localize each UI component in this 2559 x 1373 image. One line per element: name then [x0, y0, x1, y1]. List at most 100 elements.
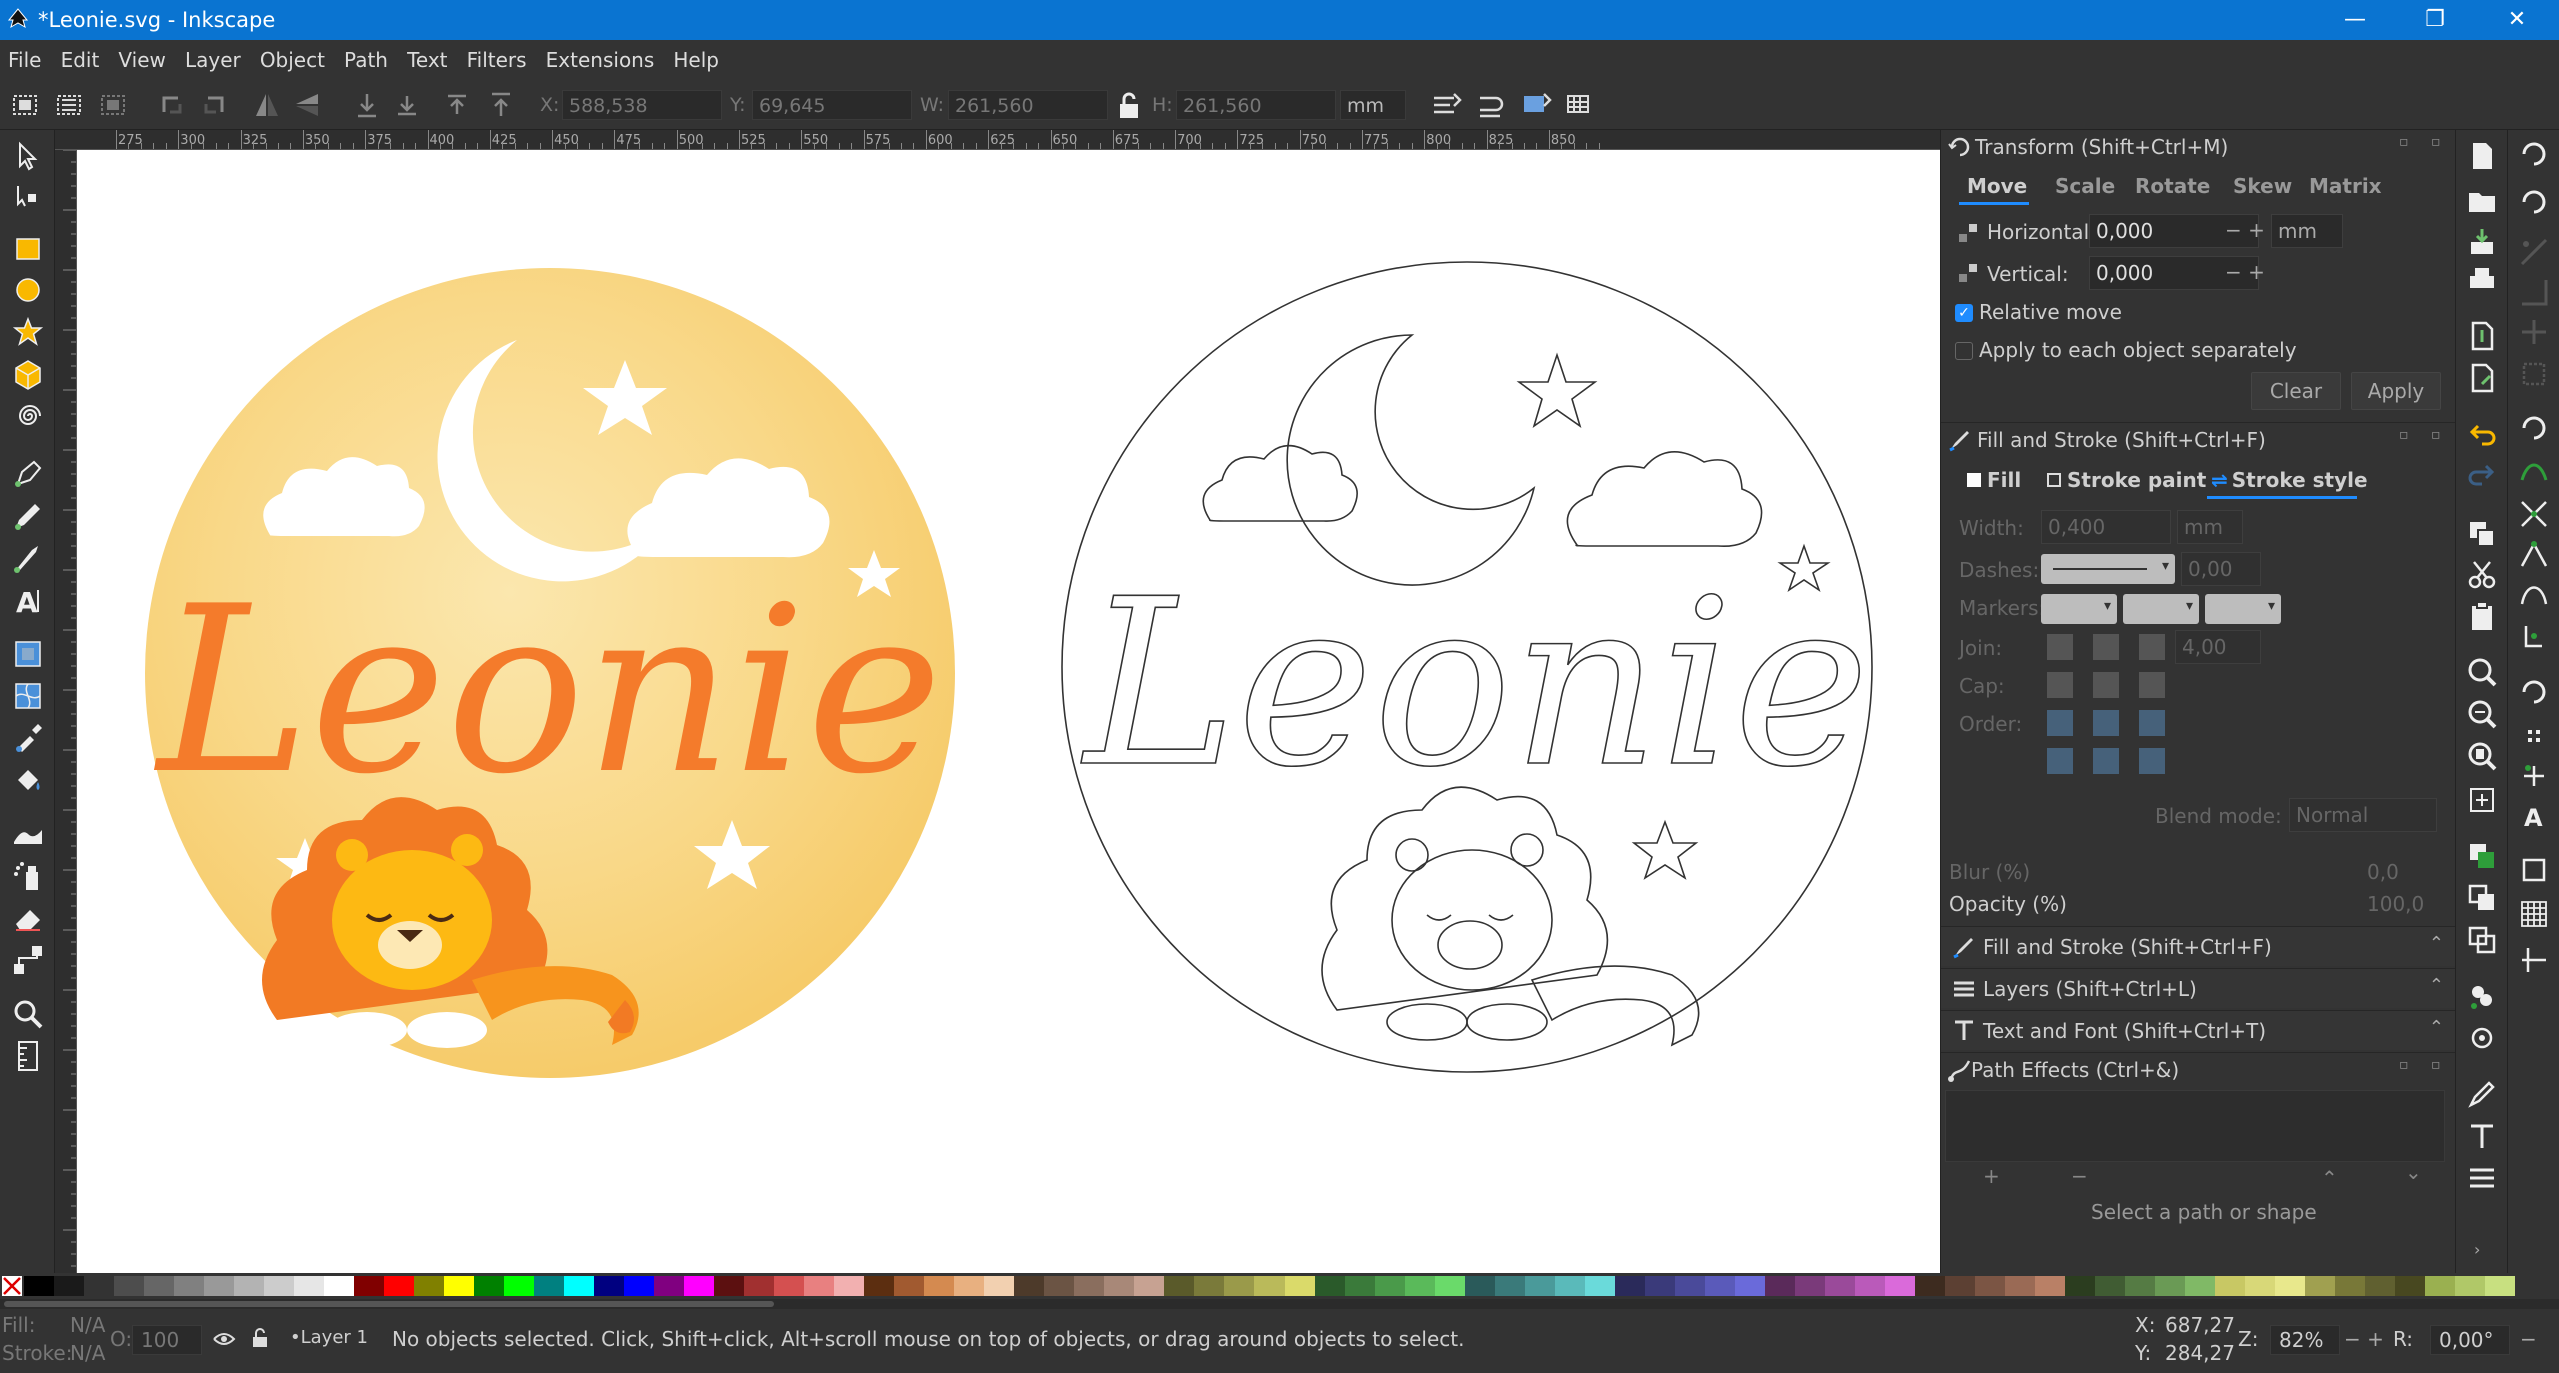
palette-swatch[interactable] — [1674, 1276, 1706, 1296]
text-font-dialog-icon[interactable] — [2466, 1120, 2498, 1152]
horizontal-ruler[interactable]: 275 300 325 350 375 400 425 450 475 500 525 550 575 6… — [55, 130, 1940, 150]
palette-swatch[interactable] — [2064, 1276, 2096, 1296]
palette-swatch[interactable] — [1194, 1276, 1225, 1296]
paint-bucket-tool-icon[interactable] — [10, 762, 46, 798]
palette-swatch[interactable] — [1614, 1276, 1646, 1296]
stroke-width-unit[interactable]: mm — [2177, 510, 2243, 544]
palette-swatch[interactable] — [1134, 1276, 1165, 1296]
eraser-tool-icon[interactable] — [10, 900, 46, 936]
palette-swatch[interactable] — [2484, 1276, 2516, 1296]
palette-swatch[interactable] — [1644, 1276, 1676, 1296]
dropper-tool-icon[interactable] — [10, 720, 46, 756]
path-effects-panel-header[interactable]: Path Effects (Ctrl+&) ▫ ▫ — [1941, 1052, 2456, 1086]
palette-swatch[interactable] — [1254, 1276, 1285, 1296]
palette-swatch[interactable] — [114, 1276, 145, 1296]
raise-icon[interactable] — [440, 88, 474, 122]
close-button[interactable]: ✕ — [2492, 4, 2542, 36]
dash-pattern-select[interactable]: ▾ — [2041, 554, 2175, 584]
snap-text-baseline-icon[interactable]: A — [2518, 800, 2550, 832]
palette-swatch[interactable] — [2334, 1276, 2366, 1296]
panel-float-icon[interactable]: ▫ — [2399, 134, 2409, 150]
palette-swatch[interactable] — [2364, 1276, 2396, 1296]
paste-icon[interactable] — [2466, 600, 2498, 632]
palette-swatch[interactable] — [1974, 1276, 2006, 1296]
layer-lock-icon[interactable] — [250, 1327, 270, 1349]
palette-swatch[interactable] — [24, 1276, 55, 1296]
transform-pattern-icon[interactable] — [1564, 88, 1598, 122]
stroke-indicator[interactable]: N/A — [70, 1341, 105, 1365]
panel-close-icon[interactable]: ▫ — [2431, 427, 2441, 443]
palette-swatch[interactable] — [2214, 1276, 2246, 1296]
pencil-tool-icon[interactable] — [10, 498, 46, 534]
palette-swatch[interactable] — [1794, 1276, 1826, 1296]
text-font-collapsed-panel[interactable]: Text and Font (Shift+Ctrl+T) ⌃ — [1941, 1010, 2456, 1050]
palette-swatch[interactable] — [1104, 1276, 1135, 1296]
gradient-tool-icon[interactable] — [10, 636, 46, 672]
pen-tool-icon[interactable] — [10, 456, 46, 492]
vertical-stepper[interactable]: − + — [2225, 260, 2265, 284]
layers-collapsed-panel[interactable]: Layers (Shift+Ctrl+L) ⌃ — [1941, 968, 2456, 1008]
menu-extensions[interactable]: Extensions — [538, 40, 661, 72]
palette-swatch[interactable] — [1764, 1276, 1796, 1296]
ellipse-tool-icon[interactable] — [10, 272, 46, 308]
tweak-tool-icon[interactable] — [10, 816, 46, 852]
duplicate-icon[interactable] — [2466, 840, 2498, 872]
menu-help[interactable]: Help — [665, 40, 725, 72]
selector-tool-icon[interactable] — [10, 138, 46, 174]
palette-swatch[interactable] — [2184, 1276, 2216, 1296]
move-effect-down-button[interactable]: ⌄ — [2405, 1160, 2422, 1184]
lower-icon[interactable] — [390, 88, 424, 122]
palette-swatch[interactable] — [234, 1276, 265, 1296]
snap-object-center-icon[interactable] — [2518, 720, 2550, 752]
palette-swatch[interactable] — [1074, 1276, 1105, 1296]
palette-swatch[interactable] — [564, 1276, 595, 1296]
w-input[interactable]: 261,560 — [948, 90, 1108, 120]
layers-dialog-icon[interactable] — [2466, 1162, 2498, 1194]
select-all-layers-icon[interactable] — [52, 88, 86, 122]
print-icon[interactable] — [2466, 264, 2498, 296]
horizontal-scrollbar[interactable] — [0, 1299, 2559, 1309]
palette-swatch[interactable] — [2304, 1276, 2336, 1296]
palette-swatch[interactable] — [474, 1276, 505, 1296]
flip-vertical-icon[interactable] — [290, 88, 324, 122]
transform-gradient-icon[interactable] — [1520, 88, 1554, 122]
transform-panel-header[interactable]: Transform (Shift+Ctrl+M) ▫ ▫ — [1941, 130, 2456, 164]
palette-swatch[interactable] — [204, 1276, 235, 1296]
palette-swatch[interactable] — [2154, 1276, 2186, 1296]
tab-rotate[interactable]: Rotate — [2135, 174, 2210, 198]
order-icon-4[interactable] — [2047, 748, 2073, 774]
fill-stroke-collapsed-panel[interactable]: Fill and Stroke (Shift+Ctrl+F) ⌃ — [1941, 926, 2456, 966]
h-input[interactable]: 261,560 — [1176, 90, 1336, 120]
palette-swatch[interactable] — [1164, 1276, 1195, 1296]
copy-icon[interactable] — [2466, 518, 2498, 550]
palette-swatch[interactable] — [954, 1276, 985, 1296]
palette-swatch[interactable] — [1734, 1276, 1766, 1296]
palette-swatch[interactable] — [1884, 1276, 1916, 1296]
vertical-ruler[interactable] — [55, 150, 77, 1273]
snap-smooth-icon[interactable] — [2518, 578, 2550, 610]
snap-rotation-center-icon[interactable] — [2518, 760, 2550, 792]
tab-move[interactable]: Move — [1967, 174, 2027, 198]
snap-intersection-icon[interactable] — [2518, 498, 2550, 530]
redo-icon[interactable] — [2466, 460, 2498, 492]
palette-swatch[interactable] — [504, 1276, 535, 1296]
palette-swatch[interactable] — [1374, 1276, 1406, 1296]
palette-swatch[interactable] — [1224, 1276, 1255, 1296]
add-effect-button[interactable]: + — [1983, 1164, 2000, 1188]
palette-swatch[interactable] — [1704, 1276, 1736, 1296]
rotation-stepper[interactable]: − — [2520, 1327, 2537, 1351]
palette-swatch[interactable] — [1464, 1276, 1496, 1296]
panel-close-icon[interactable]: ▫ — [2431, 134, 2441, 150]
ungroup-icon[interactable] — [2466, 1022, 2498, 1054]
zoom-input[interactable]: 82% — [2270, 1325, 2340, 1355]
fill-stroke-dialog-icon[interactable] — [2466, 1078, 2498, 1110]
no-paint-icon[interactable] — [2, 1276, 22, 1296]
color-palette[interactable] — [0, 1273, 2559, 1299]
lower-to-bottom-icon[interactable] — [350, 88, 384, 122]
blur-value[interactable]: 0,0 — [2367, 860, 2399, 884]
blend-mode-select[interactable]: Normal — [2289, 798, 2437, 832]
fill-stroke-panel-header[interactable]: Fill and Stroke (Shift+Ctrl+F) ▫ ▫ — [1941, 422, 2456, 456]
join-round-icon[interactable] — [2093, 634, 2119, 660]
palette-swatch[interactable] — [924, 1276, 955, 1296]
flip-horizontal-icon[interactable] — [250, 88, 284, 122]
